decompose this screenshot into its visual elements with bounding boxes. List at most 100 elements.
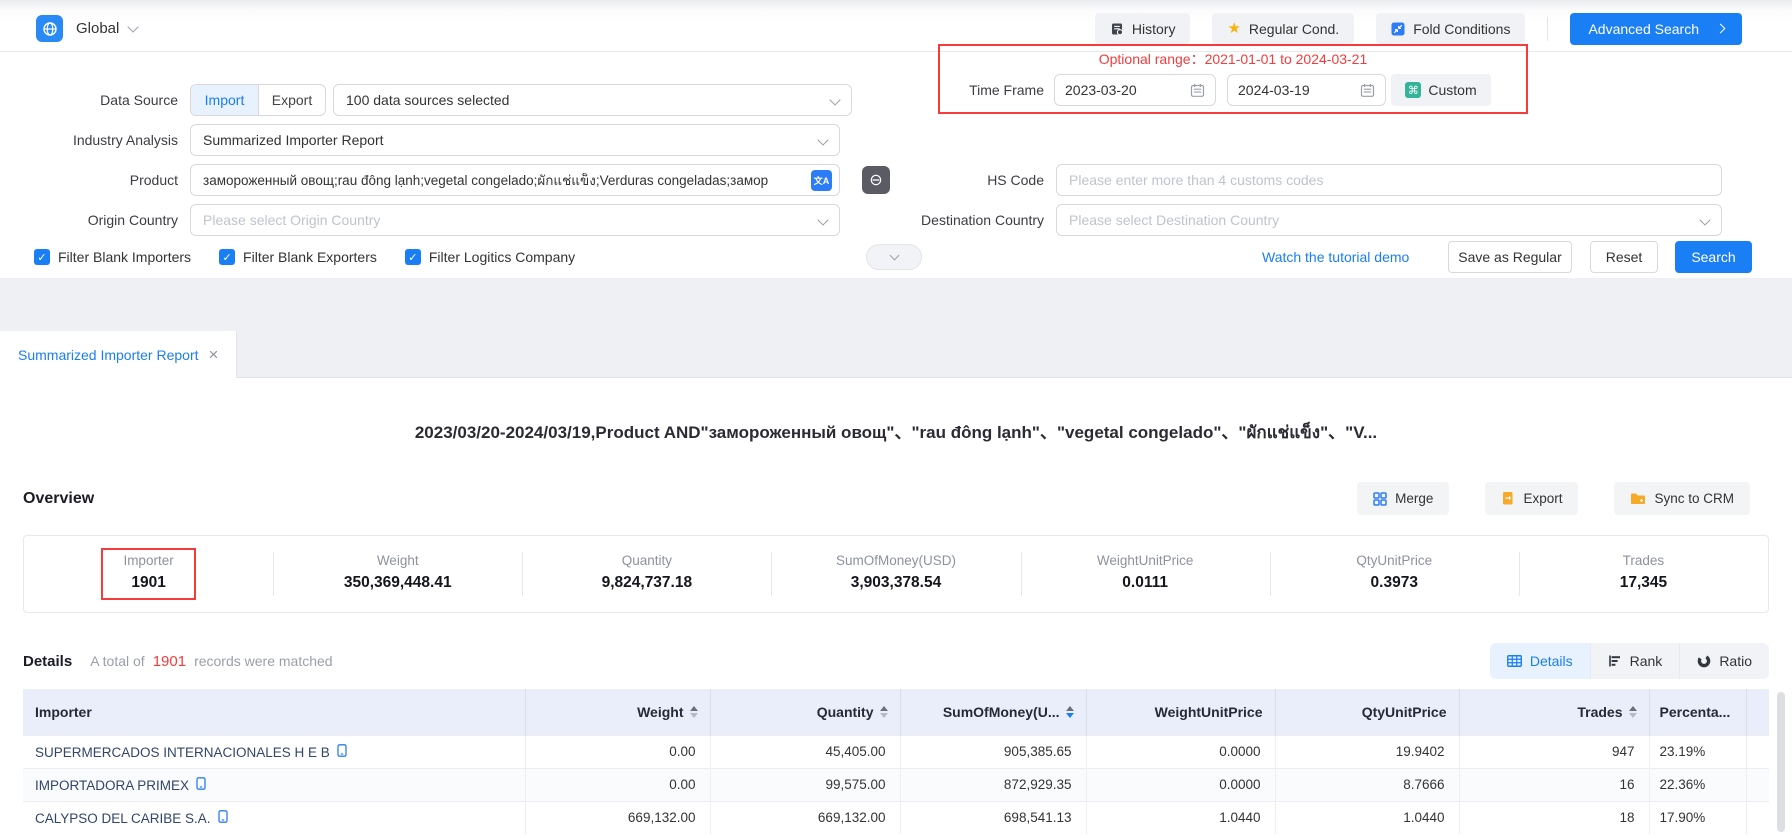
export-icon (1501, 491, 1515, 506)
view-rank-button[interactable]: Rank (1590, 643, 1680, 679)
collapse-conditions-button[interactable] (866, 244, 922, 270)
save-as-regular-button[interactable]: Save as Regular (1448, 241, 1572, 273)
industry-analysis-label: Industry Analysis (20, 124, 178, 156)
fold-conditions-button[interactable]: Fold Conditions (1376, 13, 1525, 44)
column-header-percentage[interactable]: Percenta... (1649, 689, 1746, 735)
column-header-importer[interactable]: Importer (23, 689, 525, 735)
view-rank-label: Rank (1630, 653, 1663, 669)
filter-logistics-company-checkbox[interactable]: ✓ Filter Logitics Company (405, 249, 575, 265)
chevron-down-icon (1699, 214, 1710, 225)
table-header-row: Importer Weight Quantity SumOfMoney(U...… (23, 689, 1769, 735)
view-ratio-button[interactable]: Ratio (1679, 643, 1769, 679)
time-frame-label: Time Frame (940, 74, 1044, 106)
importer-name-link[interactable]: CALYPSO DEL CARIBE S.A. (35, 811, 211, 826)
star-icon: ★ (1227, 21, 1240, 36)
data-sources-value: 100 data sources selected (346, 92, 509, 108)
advanced-search-button[interactable]: Advanced Search (1570, 13, 1742, 45)
checkbox-checked-icon: ✓ (34, 249, 50, 265)
column-header-sum-of-money[interactable]: SumOfMoney(U... (900, 689, 1086, 735)
view-details-button[interactable]: Details (1490, 643, 1590, 679)
contact-icon[interactable] (196, 777, 206, 790)
translate-icon[interactable]: 文A (811, 170, 832, 191)
hs-code-input[interactable] (1069, 173, 1709, 188)
globe-icon-button[interactable] (36, 15, 63, 42)
export-button[interactable]: Export (1485, 482, 1578, 515)
importer-cell[interactable]: CALYPSO DEL CARIBE S.A. (23, 801, 525, 834)
sort-icon[interactable] (880, 706, 888, 718)
calendar-icon[interactable] (1190, 83, 1205, 98)
importer-cell[interactable]: IMPORTADORA PRIMEX (23, 768, 525, 801)
sum-cell: 905,385.65 (900, 735, 1086, 768)
weight-cell: 669,132.00 (525, 801, 710, 834)
weight-cell: 0.00 (525, 768, 710, 801)
chevron-down-icon[interactable] (128, 21, 139, 32)
importer-cell[interactable]: SUPERMERCADOS INTERNACIONALES H E B (23, 735, 525, 768)
table-row[interactable]: SUPERMERCADOS INTERNACIONALES H E B 0.00… (23, 735, 1769, 768)
industry-analysis-select[interactable]: Summarized Importer Report (190, 124, 840, 156)
checkbox-checked-icon: ✓ (219, 249, 235, 265)
filter-blank-importers-checkbox[interactable]: ✓ Filter Blank Importers (34, 249, 191, 265)
stat-label: Trades (1620, 553, 1667, 568)
column-header-weight-unit-price[interactable]: WeightUnitPrice (1086, 689, 1275, 735)
merge-button[interactable]: Merge (1357, 482, 1449, 515)
table-row[interactable]: CALYPSO DEL CARIBE S.A. 669,132.00 669,1… (23, 801, 1769, 834)
checkbox-label: Filter Blank Importers (58, 249, 191, 265)
custom-label: Custom (1428, 82, 1476, 98)
export-toggle[interactable]: Export (258, 85, 325, 115)
gutter-cell (1746, 768, 1769, 801)
column-header-quantity[interactable]: Quantity (710, 689, 900, 735)
weight-cell: 0.00 (525, 735, 710, 768)
stat-label: Quantity (602, 553, 693, 568)
fold-icon (1391, 22, 1405, 36)
hs-code-field[interactable] (1056, 164, 1722, 196)
search-button[interactable]: Search (1675, 241, 1752, 273)
importer-name-link[interactable]: IMPORTADORA PRIMEX (35, 778, 189, 793)
contact-icon[interactable] (337, 744, 347, 757)
importer-name-link[interactable]: SUPERMERCADOS INTERNACIONALES H E B (35, 745, 330, 760)
quantity-cell: 99,575.00 (710, 768, 900, 801)
regular-cond-button[interactable]: ★ Regular Cond. (1212, 13, 1354, 44)
sort-icon[interactable] (690, 706, 698, 718)
history-button[interactable]: History (1095, 13, 1191, 44)
product-input[interactable] (203, 173, 803, 188)
destination-country-select[interactable]: Please select Destination Country (1056, 204, 1722, 236)
industry-analysis-value: Summarized Importer Report (203, 132, 384, 148)
trades-cell: 947 (1459, 735, 1649, 768)
product-field[interactable]: 文A (190, 164, 840, 196)
import-toggle[interactable]: Import (191, 85, 258, 115)
calendar-icon[interactable] (1360, 83, 1375, 98)
column-header-weight[interactable]: Weight (525, 689, 710, 735)
contact-icon[interactable] (218, 810, 228, 823)
origin-country-select[interactable]: Please select Origin Country (190, 204, 840, 236)
column-header-qty-unit-price[interactable]: QtyUnitPrice (1275, 689, 1459, 735)
stat-value: 0.3973 (1356, 574, 1432, 592)
end-date-field[interactable] (1227, 74, 1386, 106)
report-query-title: 2023/03/20-2024/03/19,Product AND"заморо… (23, 418, 1769, 446)
tutorial-demo-link[interactable]: Watch the tutorial demo (1262, 249, 1409, 265)
tab-summarized-importer-report[interactable]: Summarized Importer Report × (0, 331, 237, 378)
end-date-input[interactable] (1238, 82, 1328, 98)
reset-button[interactable]: Reset (1590, 241, 1658, 273)
vertical-scrollbar[interactable] (1777, 692, 1785, 832)
checkbox-checked-icon: ✓ (405, 249, 421, 265)
sort-icon-active-desc[interactable] (1066, 706, 1074, 718)
table-row[interactable]: IMPORTADORA PRIMEX 0.00 99,575.00 872,92… (23, 768, 1769, 801)
close-icon[interactable]: × (209, 346, 219, 363)
quantity-cell: 45,405.00 (710, 735, 900, 768)
view-details-label: Details (1530, 653, 1573, 669)
column-header-trades[interactable]: Trades (1459, 689, 1649, 735)
filter-blank-exporters-checkbox[interactable]: ✓ Filter Blank Exporters (219, 249, 377, 265)
start-date-field[interactable] (1054, 74, 1216, 106)
total-count: 1901 (153, 653, 186, 670)
sort-icon[interactable] (1629, 706, 1637, 718)
region-selector-label[interactable]: Global (76, 20, 119, 37)
sync-to-crm-button[interactable]: Sync to CRM (1614, 482, 1750, 515)
view-ratio-label: Ratio (1719, 653, 1752, 669)
start-date-input[interactable] (1065, 82, 1155, 98)
data-sources-select[interactable]: 100 data sources selected (333, 84, 852, 116)
overview-stats-panel: Importer 1901 Weight 350,369,448.41 Quan… (23, 535, 1769, 613)
search-form: Data Source Import Export 100 data sourc… (0, 52, 1792, 278)
custom-range-button[interactable]: ⌘ Custom (1391, 74, 1491, 106)
hs-code-label: HS Code (886, 164, 1044, 196)
history-icon (1110, 22, 1124, 36)
